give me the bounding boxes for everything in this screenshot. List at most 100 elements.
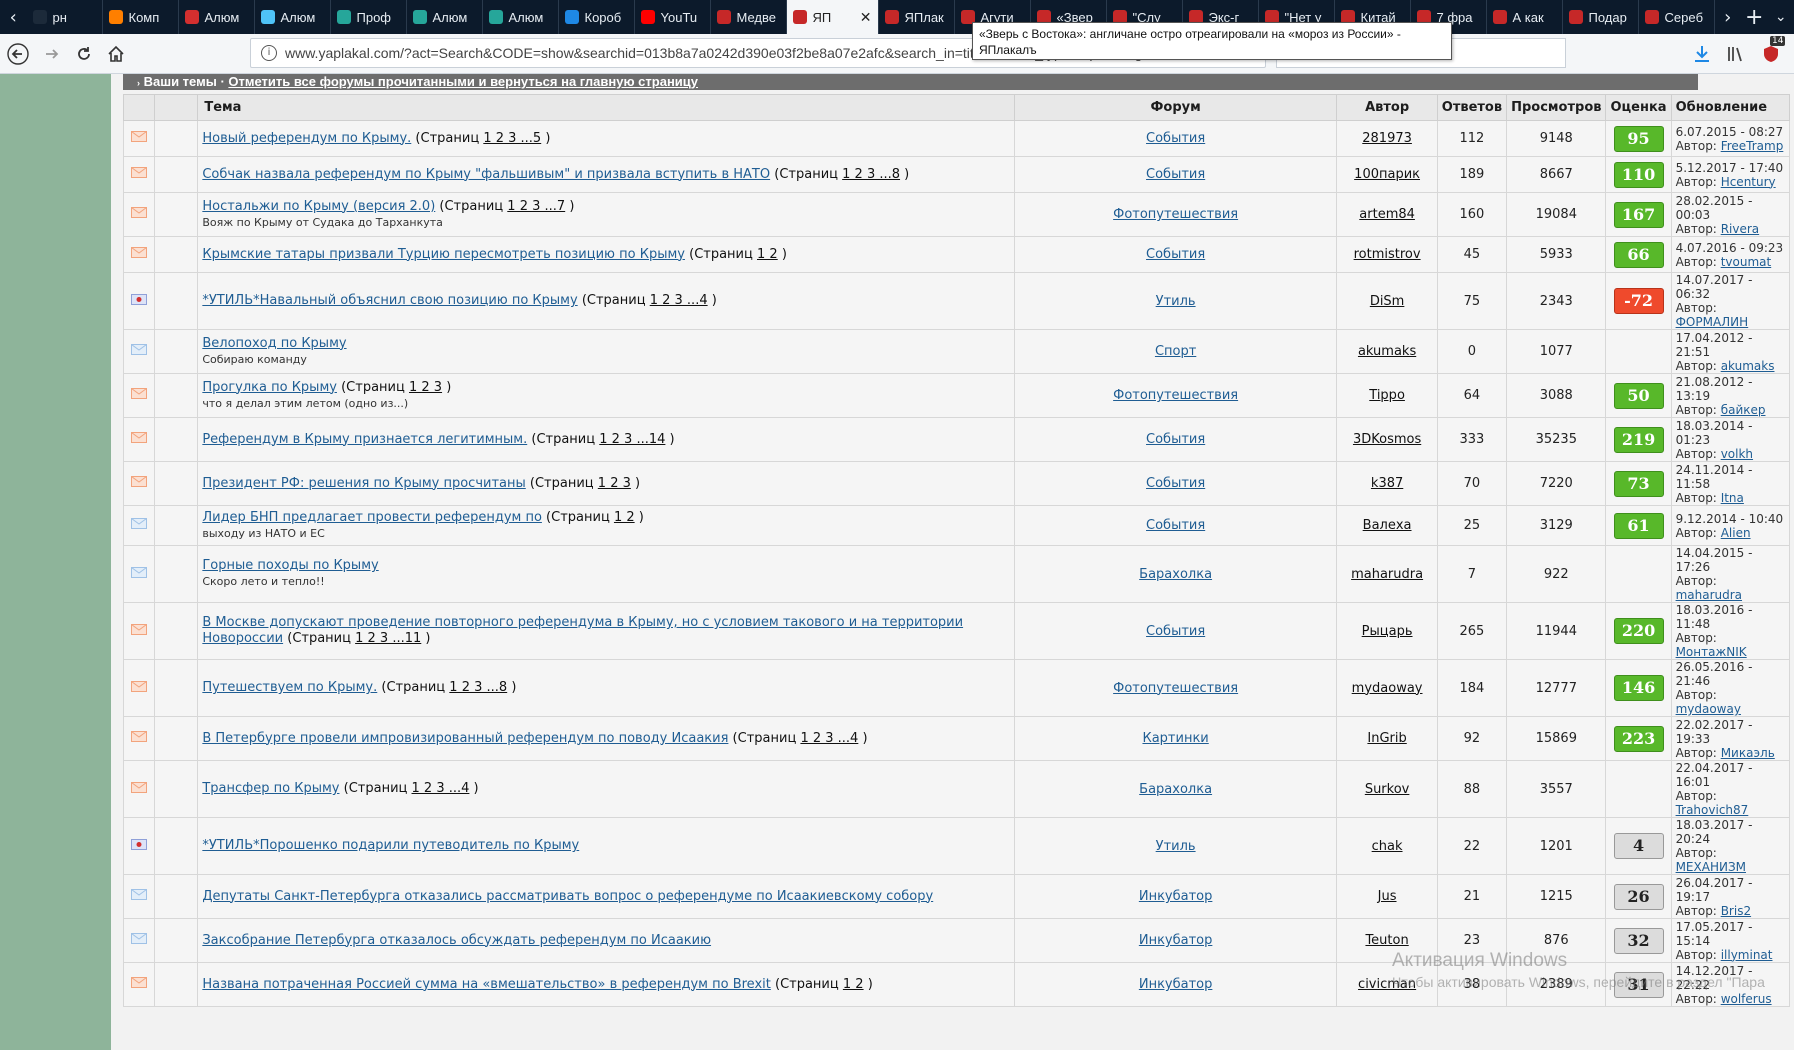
reload-button[interactable] xyxy=(70,40,98,68)
forum-link[interactable]: Инкубатор xyxy=(1139,977,1213,992)
library-icon[interactable] xyxy=(1724,40,1748,68)
page-numbers-link[interactable]: 1 2 3 ...4 xyxy=(650,293,708,308)
browser-tab[interactable]: Медве xyxy=(711,0,787,34)
last-post-author-link[interactable]: FreeTramp xyxy=(1721,139,1784,153)
last-post-author-link[interactable]: wolferus xyxy=(1721,992,1772,1006)
new-tab-icon[interactable]: + xyxy=(1741,0,1768,34)
topic-link[interactable]: Трансфер по Крыму xyxy=(202,781,339,796)
page-numbers-link[interactable]: 1 2 3 ...7 xyxy=(507,199,565,214)
forum-link[interactable]: Барахолка xyxy=(1139,567,1212,582)
page-numbers-link[interactable]: 1 2 3 ...8 xyxy=(449,680,507,695)
browser-tab[interactable]: YouTu xyxy=(635,0,711,34)
forum-link[interactable]: События xyxy=(1146,518,1205,533)
topic-link[interactable]: *УТИЛЬ*Порошенко подарили путеводитель п… xyxy=(202,838,579,853)
header-rating[interactable]: Оценка xyxy=(1605,94,1672,121)
page-numbers-link[interactable]: 1 2 xyxy=(757,247,778,262)
last-post-author-link[interactable]: ФОРМАЛИН xyxy=(1676,315,1749,329)
last-post-author-link[interactable]: volkh xyxy=(1721,447,1753,461)
page-numbers-link[interactable]: 1 2 3 ...5 xyxy=(483,131,541,146)
header-views[interactable]: Просмотров xyxy=(1506,94,1607,121)
last-post-author-link[interactable]: байкер xyxy=(1721,403,1766,417)
forum-link[interactable]: События xyxy=(1146,624,1205,639)
topic-link[interactable]: *УТИЛЬ*Навальный объяснил свою позицию п… xyxy=(202,293,577,308)
forum-link[interactable]: Спорт xyxy=(1155,344,1196,359)
browser-tab[interactable]: ЯПлак xyxy=(879,0,955,34)
page-numbers-link[interactable]: 1 2 xyxy=(843,977,864,992)
author-link[interactable]: civicman xyxy=(1358,977,1416,992)
author-link[interactable]: DiSm xyxy=(1370,294,1405,309)
topic-link[interactable]: Собчак назвала референдум по Крыму "фаль… xyxy=(202,167,770,182)
scroll-tabs-right-icon[interactable]: › xyxy=(1715,0,1742,34)
page-numbers-link[interactable]: 1 2 3 ...4 xyxy=(412,781,470,796)
topic-link[interactable]: Велопоход по Крыму xyxy=(202,336,346,351)
author-link[interactable]: Surkov xyxy=(1365,782,1410,797)
forum-link[interactable]: События xyxy=(1146,247,1205,262)
author-link[interactable]: Teuton xyxy=(1365,933,1408,948)
author-link[interactable]: rotmistrov xyxy=(1354,247,1421,262)
header-author[interactable]: Автор xyxy=(1336,94,1438,121)
topic-link[interactable]: Горные походы по Крыму xyxy=(202,558,378,573)
last-post-author-link[interactable]: МонтажNIK xyxy=(1676,645,1747,659)
downloads-icon[interactable] xyxy=(1690,40,1714,68)
browser-tab[interactable]: Алюм xyxy=(407,0,483,34)
back-button[interactable] xyxy=(4,40,32,68)
browser-tab[interactable]: ЯП ✕ xyxy=(786,0,879,34)
header-updated[interactable]: Обновление xyxy=(1670,94,1791,121)
last-post-author-link[interactable]: maharudra xyxy=(1676,588,1742,602)
tab-list-dropdown-icon[interactable]: ⌄ xyxy=(1768,0,1794,34)
author-link[interactable]: chak xyxy=(1372,839,1403,854)
extension-shield-icon[interactable]: 14 xyxy=(1756,36,1786,68)
forum-link[interactable]: События xyxy=(1146,476,1205,491)
author-link[interactable]: Валеxa xyxy=(1363,518,1412,533)
forum-link[interactable]: События xyxy=(1146,432,1205,447)
author-link[interactable]: mydaoway xyxy=(1352,681,1423,696)
scroll-tabs-left-icon[interactable]: ‹ xyxy=(0,0,27,34)
page-numbers-link[interactable]: 1 2 3 xyxy=(598,476,631,491)
browser-tab[interactable]: А как xyxy=(1487,0,1563,34)
last-post-author-link[interactable]: Rivera xyxy=(1721,222,1759,236)
author-link[interactable]: k387 xyxy=(1371,476,1403,491)
browser-tab[interactable]: Алюм xyxy=(255,0,331,34)
forum-link[interactable]: Барахолка xyxy=(1139,782,1212,797)
last-post-author-link[interactable]: akumaks xyxy=(1721,359,1775,373)
author-link[interactable]: Jus xyxy=(1378,889,1397,904)
author-link[interactable]: InGrib xyxy=(1367,731,1406,746)
topic-link[interactable]: Названа потраченная Россией сумма на «вм… xyxy=(202,977,771,992)
browser-tab[interactable]: Комп xyxy=(103,0,179,34)
browser-tab[interactable]: рн xyxy=(27,0,103,34)
site-info-icon[interactable]: i xyxy=(261,45,277,61)
browser-tab[interactable]: Короб xyxy=(559,0,635,34)
page-numbers-link[interactable]: 1 2 3 ...11 xyxy=(355,631,421,646)
forum-link[interactable]: Фотопутешествия xyxy=(1113,681,1238,696)
last-post-author-link[interactable]: Микаэль xyxy=(1721,746,1775,760)
last-post-author-link[interactable]: Bris2 xyxy=(1721,904,1751,918)
topic-link[interactable]: В Петербурге провели импровизированный р… xyxy=(202,731,728,746)
topic-link[interactable]: Крымские татары призвали Турцию пересмот… xyxy=(202,247,685,262)
page-numbers-link[interactable]: 1 2 3 xyxy=(409,380,442,395)
page-numbers-link[interactable]: 1 2 3 ...8 xyxy=(842,167,900,182)
author-link[interactable]: maharudra xyxy=(1351,567,1423,582)
last-post-author-link[interactable]: МЕХАНИЗМ xyxy=(1676,860,1746,874)
forum-link[interactable]: События xyxy=(1146,167,1205,182)
last-post-author-link[interactable]: Trahovich87 xyxy=(1676,803,1749,817)
forum-link[interactable]: События xyxy=(1146,131,1205,146)
browser-tab[interactable]: Алюм xyxy=(179,0,255,34)
header-topic[interactable]: Тема xyxy=(197,94,1015,121)
browser-tab[interactable]: Серeб xyxy=(1639,0,1715,34)
forum-link[interactable]: Фотопутешествия xyxy=(1113,207,1238,222)
header-replies[interactable]: Ответов xyxy=(1436,94,1508,121)
browser-tab[interactable]: Проф xyxy=(331,0,407,34)
home-button[interactable] xyxy=(102,40,130,68)
last-post-author-link[interactable]: Itna xyxy=(1721,491,1744,505)
last-post-author-link[interactable]: mydaoway xyxy=(1676,702,1741,716)
forum-link[interactable]: Утиль xyxy=(1156,294,1196,309)
author-link[interactable]: Tippo xyxy=(1369,388,1405,403)
page-numbers-link[interactable]: 1 2 3 ...4 xyxy=(800,731,858,746)
browser-tab[interactable]: Алюм xyxy=(483,0,559,34)
forward-button[interactable] xyxy=(38,40,66,68)
topic-link[interactable]: Президент РФ: решения по Крыму просчитан… xyxy=(202,476,525,491)
page-numbers-link[interactable]: 1 2 3 ...14 xyxy=(599,432,665,447)
author-link[interactable]: 100парик xyxy=(1354,167,1420,182)
author-link[interactable]: Рыцарь xyxy=(1362,624,1413,639)
forum-link[interactable]: Инкубатор xyxy=(1139,889,1213,904)
